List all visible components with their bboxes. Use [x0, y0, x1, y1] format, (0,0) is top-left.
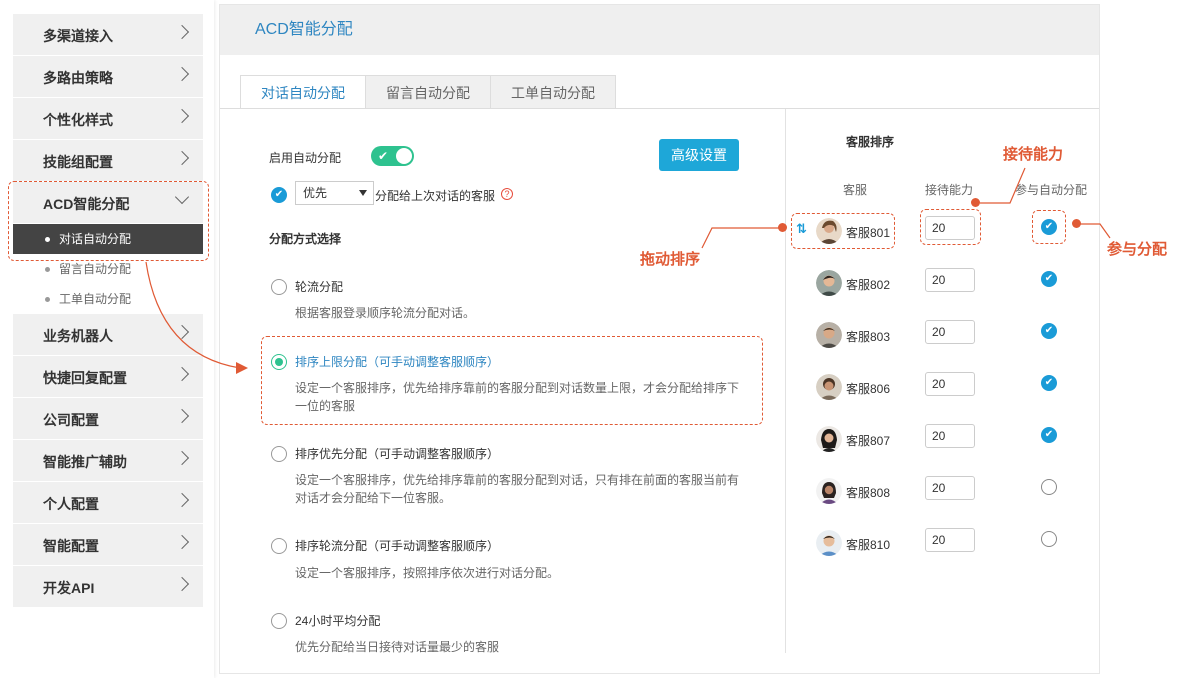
annotation-capacity: 接待能力: [1003, 146, 1064, 163]
arrow-menu-to-option: [145, 261, 241, 369]
annotation-arrows: [145, 167, 1111, 374]
annotation-drag-sort: 拖动排序: [640, 251, 701, 268]
line-participate: [1080, 223, 1111, 239]
line-capacity: [980, 167, 1026, 204]
annotation-dot: [778, 223, 787, 232]
arrowhead: [236, 362, 248, 374]
annotation-participate: 参与分配: [1107, 241, 1168, 258]
annotation-dot: [1072, 219, 1081, 228]
line-drag: [701, 227, 780, 249]
annotation-dot: [971, 198, 980, 207]
